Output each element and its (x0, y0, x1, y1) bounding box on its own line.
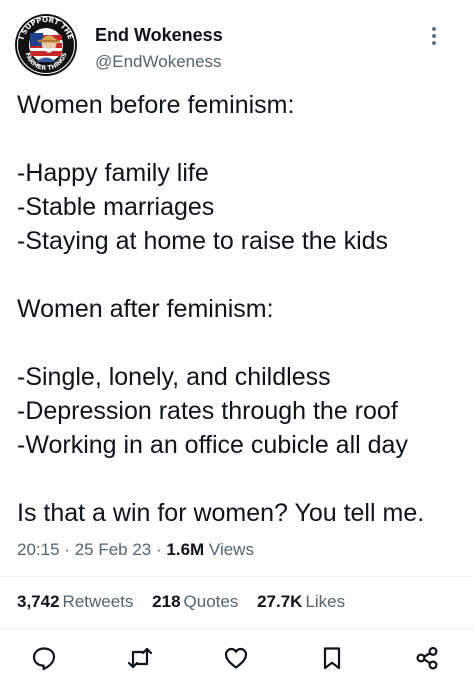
action-bar (0, 640, 474, 676)
more-options-button[interactable] (424, 22, 444, 50)
retweet-icon (127, 647, 153, 669)
bookmark-icon (323, 647, 341, 670)
divider (0, 628, 474, 629)
tweet-line: Women before feminism: (17, 91, 295, 119)
likes-stat[interactable]: 27.7K Likes (257, 590, 345, 614)
heart-icon (224, 647, 248, 669)
divider (0, 576, 474, 577)
retweet-button[interactable] (126, 644, 154, 672)
share-button[interactable] (413, 644, 441, 672)
quotes-count: 218 (152, 592, 181, 611)
tweet-line: -Depression rates through the roof (17, 397, 398, 425)
likes-count: 27.7K (257, 592, 303, 611)
tweet-header: I SUPPORT THE FARMER THINGS End Wokeness… (0, 0, 474, 86)
retweets-count: 3,742 (17, 592, 60, 611)
views-count: 1.6M (166, 540, 205, 559)
avatar[interactable]: I SUPPORT THE FARMER THINGS (14, 13, 78, 77)
tweet-line: -Stable marriages (17, 193, 215, 221)
tweet-stats: 3,742 Retweets 218 Quotes 27.7K Likes (17, 590, 359, 614)
meta-separator: · (64, 540, 70, 559)
quotes-stat[interactable]: 218 Quotes (152, 590, 238, 614)
author-display-name[interactable]: End Wokeness (95, 24, 223, 46)
tweet-text: Women before feminism: -Happy family lif… (17, 88, 467, 530)
bookmark-button[interactable] (318, 644, 346, 672)
share-icon (416, 646, 438, 670)
tweet-line: -Happy family life (17, 159, 209, 187)
reply-icon (32, 647, 56, 671)
views-label: Views (208, 540, 254, 559)
tweet-meta: 20:15 · 25 Feb 23 · 1.6M Views (17, 538, 254, 562)
quotes-label: Quotes (183, 592, 239, 611)
meta-separator: · (155, 540, 162, 559)
tweet-line: -Staying at home to raise the kids (17, 227, 389, 255)
author-handle[interactable]: @EndWokeness (95, 52, 222, 72)
more-vertical-icon (432, 27, 436, 45)
likes-label: Likes (305, 592, 346, 611)
tweet-line: Women after feminism: (17, 295, 274, 323)
tweet-line: Is that a win for women? You tell me. (17, 499, 425, 527)
tweet-line: -Single, lonely, and childless (17, 363, 331, 391)
retweets-stat[interactable]: 3,742 Retweets (17, 590, 133, 614)
like-button[interactable] (222, 644, 250, 672)
tweet-time[interactable]: 20:15 (17, 540, 60, 559)
reply-button[interactable] (30, 644, 58, 672)
tweet-date[interactable]: 25 Feb 23 (75, 540, 152, 559)
tweet-line: -Working in an office cubicle all day (17, 431, 408, 459)
support-farmer-badge-icon: I SUPPORT THE FARMER THINGS (15, 14, 77, 76)
retweets-label: Retweets (62, 592, 134, 611)
